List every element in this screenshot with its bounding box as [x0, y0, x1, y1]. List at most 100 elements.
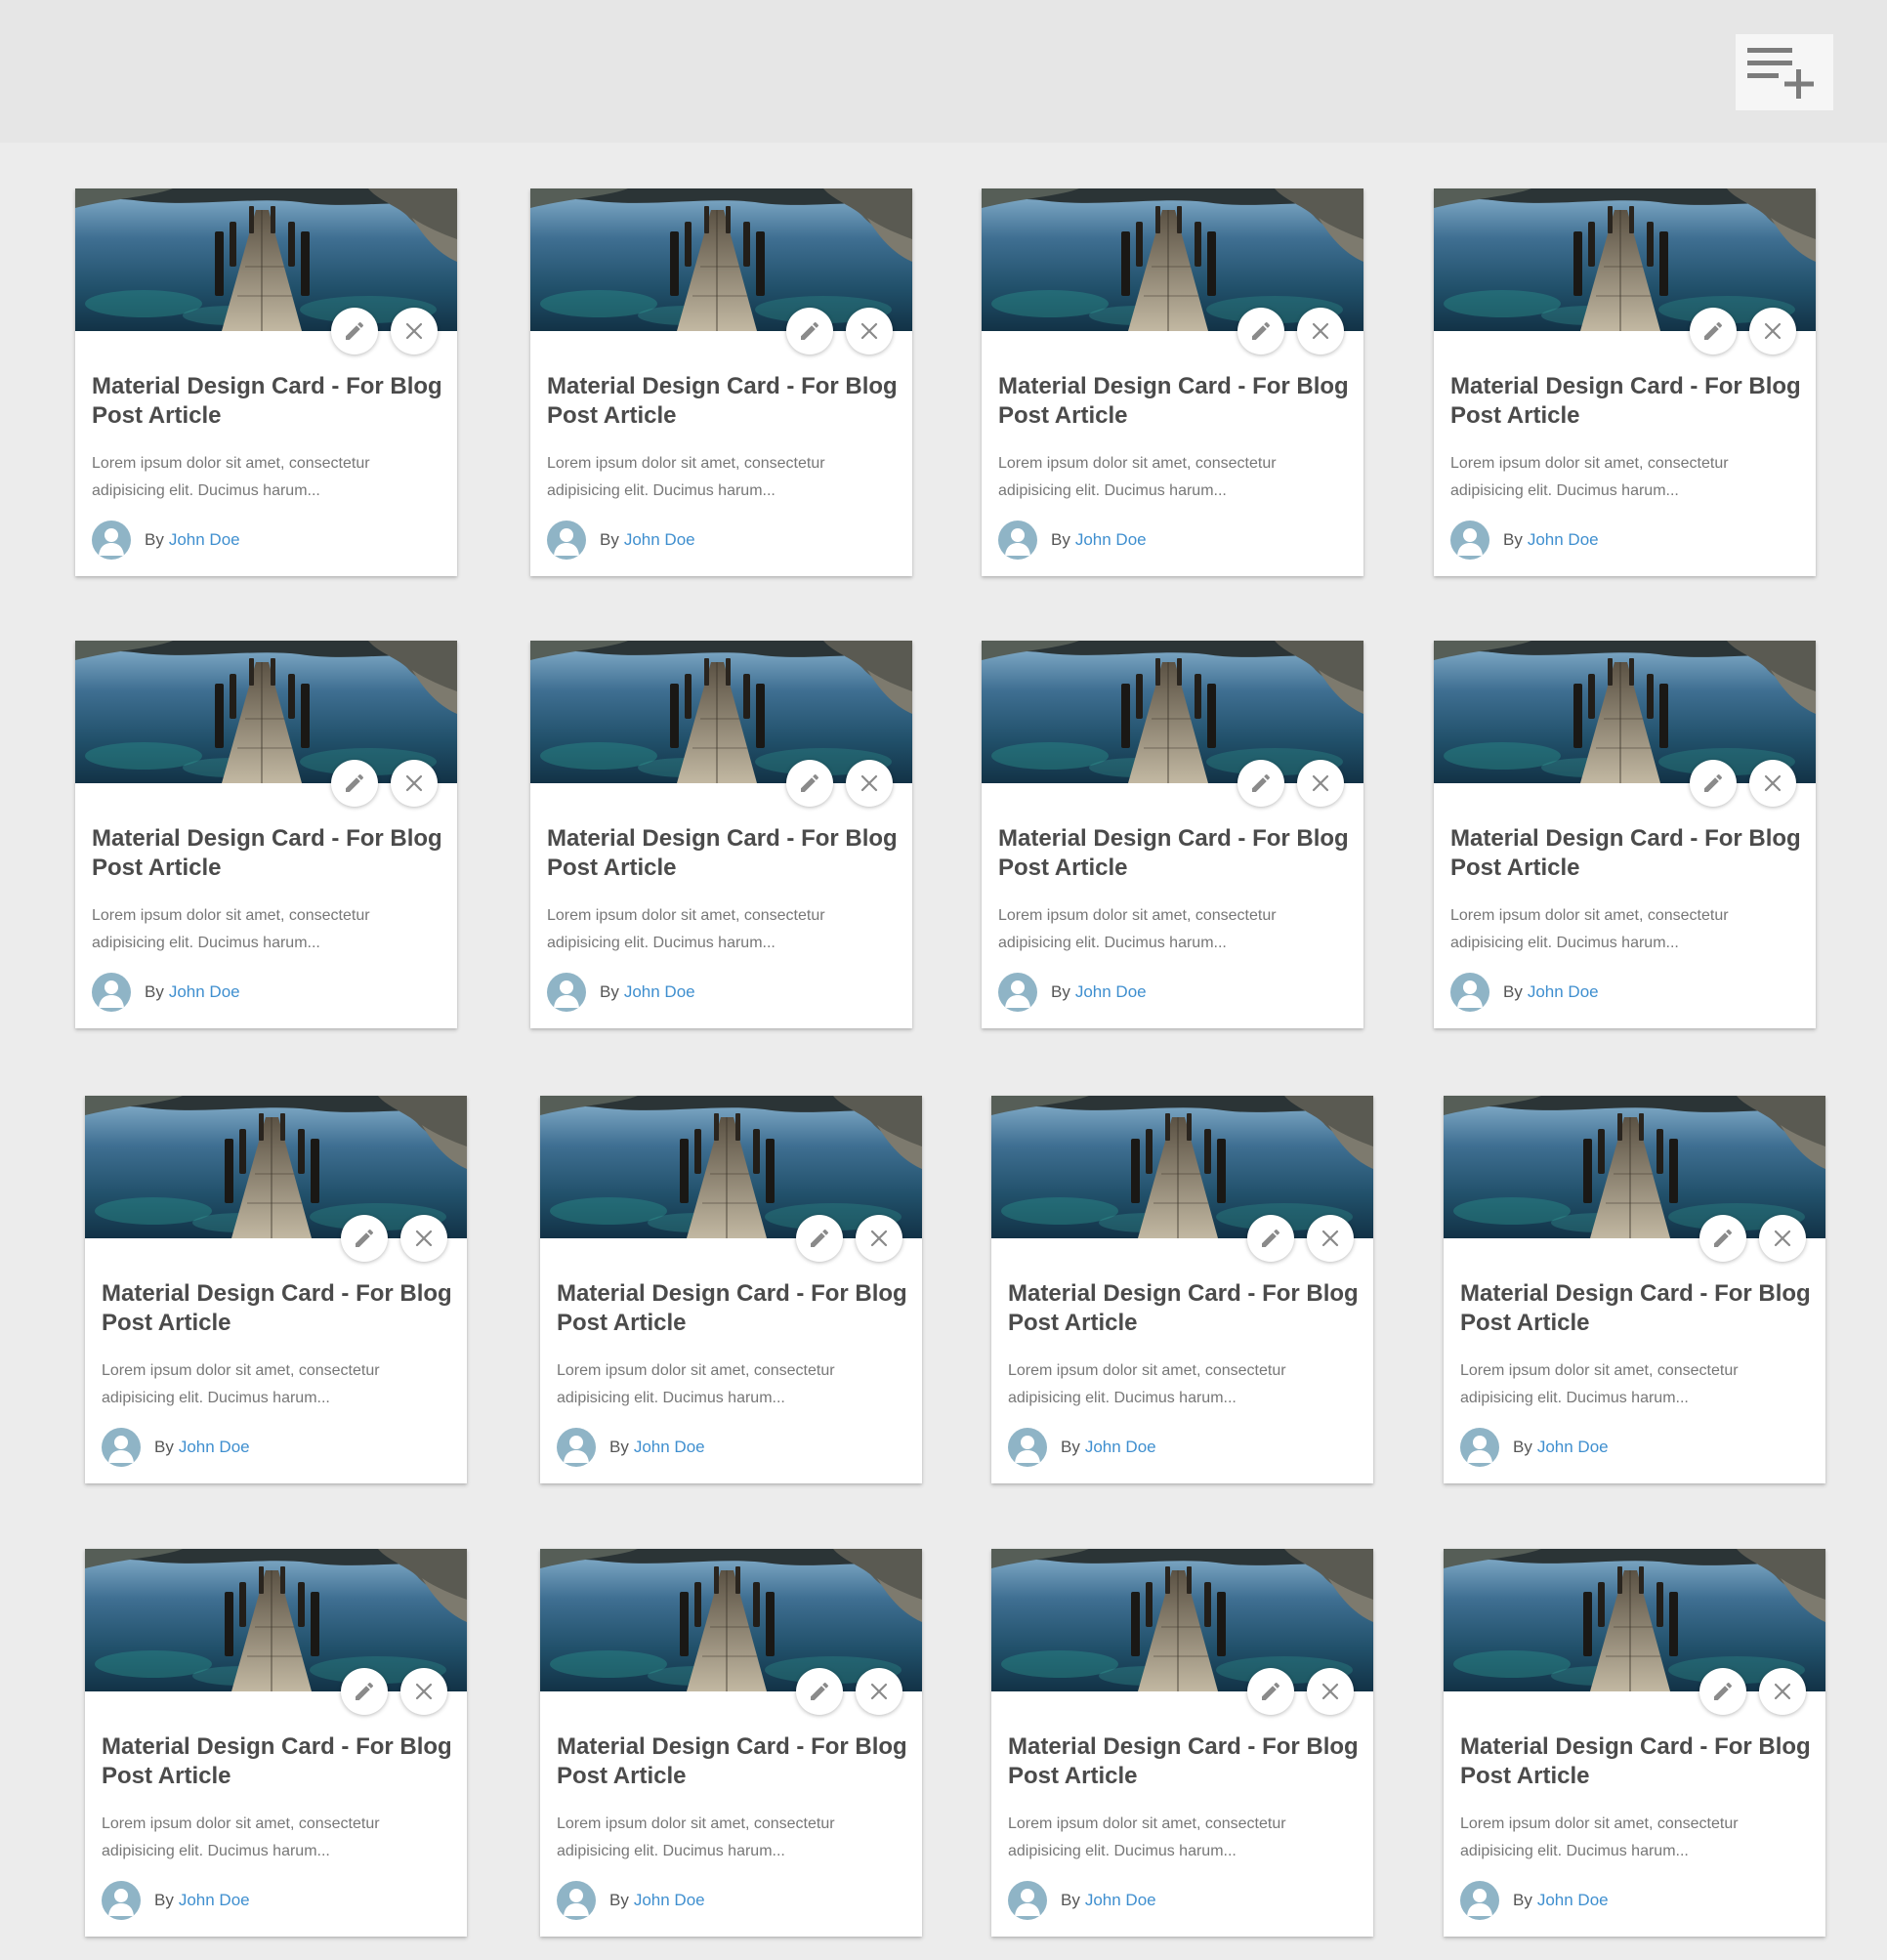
delete-button[interactable]: [1749, 760, 1796, 807]
by-label: By: [1513, 1438, 1532, 1456]
pencil-icon: [1714, 1682, 1733, 1700]
card-excerpt: Lorem ipsum dolor sit amet, consectetur …: [1450, 902, 1802, 957]
pencil-icon: [1252, 321, 1271, 340]
edit-button[interactable]: [786, 760, 833, 807]
delete-button[interactable]: [1307, 1215, 1354, 1262]
add-playlist-button[interactable]: [1736, 34, 1833, 110]
playlist-add-icon: [1747, 48, 1814, 99]
author-link[interactable]: John Doe: [1075, 982, 1147, 1002]
card-title: Material Design Card - For Blog Post Art…: [998, 373, 1349, 429]
card-author: By John Doe: [102, 1428, 250, 1467]
delete-button[interactable]: [400, 1215, 447, 1262]
edit-button[interactable]: [1247, 1215, 1294, 1262]
edit-button[interactable]: [1690, 308, 1737, 354]
excerpt-line: Lorem ipsum dolor sit amet, consectetur: [1008, 1362, 1286, 1379]
edit-button[interactable]: [1237, 308, 1284, 354]
edit-button[interactable]: [341, 1215, 388, 1262]
delete-button[interactable]: [1759, 1668, 1806, 1715]
card-author: By John Doe: [998, 521, 1147, 560]
pencil-icon: [1704, 773, 1723, 792]
edit-button[interactable]: [331, 308, 378, 354]
by-label: By: [145, 530, 164, 549]
author-link[interactable]: John Doe: [169, 530, 240, 550]
delete-button[interactable]: [1749, 308, 1796, 354]
author-link[interactable]: John Doe: [1528, 982, 1599, 1002]
user-avatar-icon: [102, 1428, 141, 1467]
close-icon: [860, 322, 878, 340]
excerpt-line: Lorem ipsum dolor sit amet, consectetur: [1450, 455, 1729, 472]
delete-button[interactable]: [1297, 760, 1344, 807]
edit-button[interactable]: [796, 1668, 843, 1715]
close-icon: [1321, 1683, 1339, 1700]
pencil-icon: [356, 1229, 374, 1247]
blog-card: Material Design Card - For Blog Post Art…: [1444, 1096, 1825, 1483]
author-link[interactable]: John Doe: [1537, 1438, 1609, 1457]
card-author: By John Doe: [1008, 1881, 1156, 1920]
edit-button[interactable]: [1237, 760, 1284, 807]
edit-button[interactable]: [331, 760, 378, 807]
author-link[interactable]: John Doe: [624, 530, 695, 550]
by-label: By: [145, 982, 164, 1001]
close-icon: [1774, 1683, 1791, 1700]
blog-card: Material Design Card - For Blog Post Art…: [1434, 188, 1816, 576]
edit-button[interactable]: [1699, 1668, 1746, 1715]
edit-button[interactable]: [786, 308, 833, 354]
edit-button[interactable]: [1699, 1215, 1746, 1262]
delete-button[interactable]: [391, 760, 438, 807]
card-excerpt: Lorem ipsum dolor sit amet, consectetur …: [1008, 1357, 1360, 1412]
excerpt-line: Lorem ipsum dolor sit amet, consectetur: [998, 455, 1277, 472]
excerpt-line: adipisicing elit. Ducimus harum...: [1450, 935, 1679, 951]
card-image: [540, 1096, 922, 1238]
by-label: By: [1051, 530, 1070, 549]
delete-button[interactable]: [846, 308, 893, 354]
delete-button[interactable]: [391, 308, 438, 354]
excerpt-line: adipisicing elit. Ducimus harum...: [1008, 1390, 1237, 1406]
author-link[interactable]: John Doe: [179, 1438, 250, 1457]
delete-button[interactable]: [400, 1668, 447, 1715]
edit-button[interactable]: [796, 1215, 843, 1262]
close-icon: [1312, 322, 1329, 340]
author-link[interactable]: John Doe: [634, 1891, 705, 1910]
card-title: Material Design Card - For Blog Post Art…: [1008, 1733, 1359, 1789]
author-link[interactable]: John Doe: [624, 982, 695, 1002]
excerpt-line: Lorem ipsum dolor sit amet, consectetur: [92, 907, 370, 924]
author-link[interactable]: John Doe: [1085, 1438, 1156, 1457]
card-image: [530, 641, 912, 783]
blog-card: Material Design Card - For Blog Post Art…: [991, 1549, 1373, 1937]
author-link[interactable]: John Doe: [1537, 1891, 1609, 1910]
card-image: [85, 1549, 467, 1691]
delete-button[interactable]: [1307, 1668, 1354, 1715]
blog-card: Material Design Card - For Blog Post Art…: [75, 641, 457, 1028]
user-avatar-icon: [1450, 973, 1489, 1012]
delete-button[interactable]: [1297, 308, 1344, 354]
excerpt-line: adipisicing elit. Ducimus harum...: [557, 1390, 785, 1406]
edit-button[interactable]: [1247, 1668, 1294, 1715]
close-icon: [405, 322, 423, 340]
author-link[interactable]: John Doe: [169, 982, 240, 1002]
card-image: [1444, 1096, 1825, 1238]
close-icon: [1764, 774, 1782, 792]
card-author: By John Doe: [1450, 521, 1599, 560]
close-icon: [860, 774, 878, 792]
blog-card: Material Design Card - For Blog Post Art…: [1434, 641, 1816, 1028]
pencil-icon: [801, 321, 819, 340]
card-image: [982, 188, 1363, 331]
delete-button[interactable]: [846, 760, 893, 807]
pencil-icon: [346, 773, 364, 792]
user-avatar-icon: [102, 1881, 141, 1920]
author-link[interactable]: John Doe: [1528, 530, 1599, 550]
author-link[interactable]: John Doe: [179, 1891, 250, 1910]
delete-button[interactable]: [856, 1215, 902, 1262]
delete-button[interactable]: [1759, 1215, 1806, 1262]
author-link[interactable]: John Doe: [634, 1438, 705, 1457]
by-label: By: [1061, 1891, 1080, 1909]
author-link[interactable]: John Doe: [1085, 1891, 1156, 1910]
delete-button[interactable]: [856, 1668, 902, 1715]
card-title: Material Design Card - For Blog Post Art…: [557, 1280, 907, 1336]
by-label: By: [1051, 982, 1070, 1001]
excerpt-line: adipisicing elit. Ducimus harum...: [102, 1390, 330, 1406]
edit-button[interactable]: [341, 1668, 388, 1715]
edit-button[interactable]: [1690, 760, 1737, 807]
card-author: By John Doe: [1008, 1428, 1156, 1467]
author-link[interactable]: John Doe: [1075, 530, 1147, 550]
